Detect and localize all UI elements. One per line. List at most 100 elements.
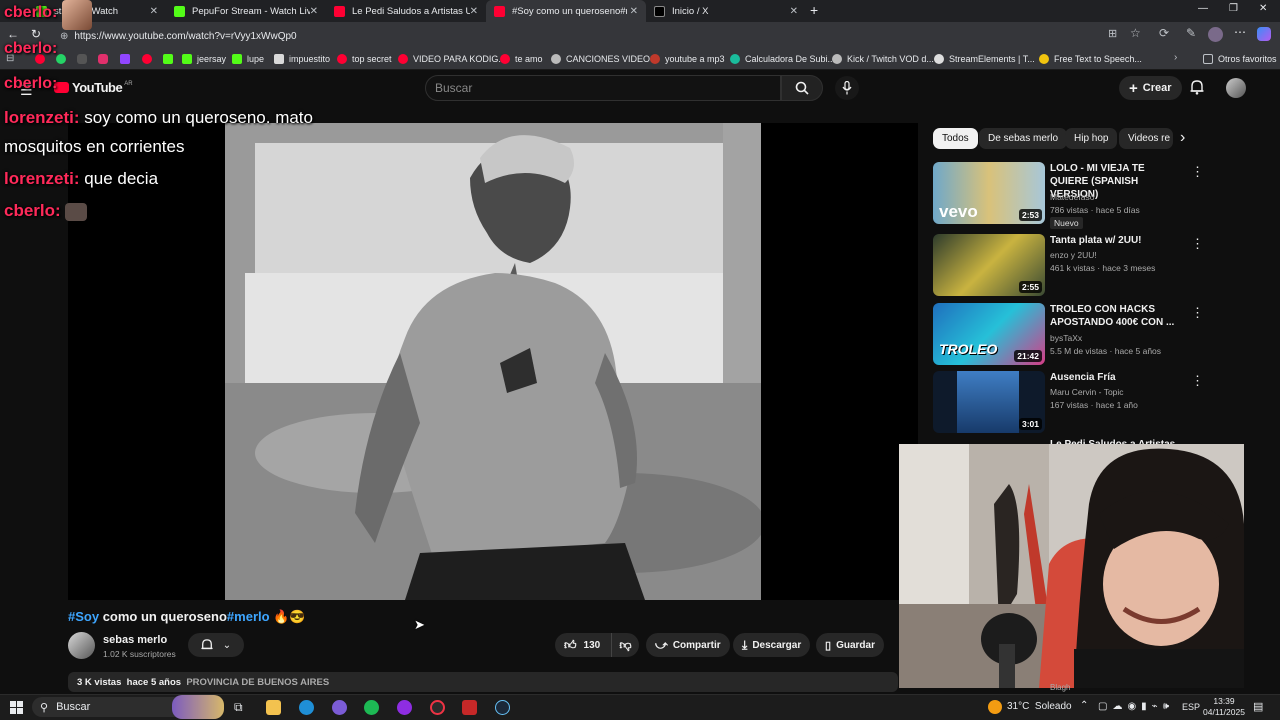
channel-name[interactable]: Maru Cervin - Topic xyxy=(1050,387,1124,397)
whatsapp-icon[interactable] xyxy=(56,54,66,64)
channel-name[interactable]: Matedefaso xyxy=(1050,192,1094,202)
steam-icon[interactable] xyxy=(495,700,510,715)
clock[interactable]: 13:39 04/11/2025 xyxy=(1203,696,1245,718)
bookmark-kick-twitch-vod[interactable]: Kick / Twitch VOD d... xyxy=(832,51,934,67)
channel-name[interactable]: bysTaXx xyxy=(1050,333,1082,343)
back-arrow-icon[interactable]: ← xyxy=(7,27,19,41)
close-icon[interactable]: ✕ xyxy=(310,6,318,17)
video-title[interactable]: Ausencia Fría xyxy=(1050,371,1180,384)
kick-icon[interactable] xyxy=(163,54,173,64)
edge-icon[interactable] xyxy=(299,700,314,715)
recommendation-item[interactable]: TROLEO 21:42 TROLEO CON HACKS APOSTANDO … xyxy=(933,303,1204,365)
bookmark-te-amo[interactable]: te amo xyxy=(500,51,543,67)
tab-le-pedi[interactable]: Le Pedi Saludos a Artistas Under ✕ xyxy=(326,0,486,22)
close-icon[interactable]: ✕ xyxy=(630,6,638,17)
recommendation-item[interactable]: vevo 2:53 LOLO - MI VIEJA TE QUIERE (SPA… xyxy=(933,162,1204,229)
chevron-right-icon[interactable]: › xyxy=(1174,52,1177,63)
spotify-icon[interactable] xyxy=(364,700,379,715)
close-icon[interactable]: ✕ xyxy=(470,6,478,17)
copilot-icon[interactable] xyxy=(1257,27,1271,41)
more-options-icon[interactable]: ⋮ xyxy=(1191,164,1204,180)
bookmark-canciones[interactable]: CANCIONES VIDEOS xyxy=(551,51,656,67)
avatar-bookmark-icon[interactable] xyxy=(77,54,87,64)
download-button[interactable]: ⤓ Descargar xyxy=(733,633,811,657)
profile-avatar[interactable] xyxy=(1208,27,1223,42)
search-input[interactable]: Buscar xyxy=(425,75,781,101)
voice-search-button[interactable] xyxy=(835,76,859,100)
video-thumbnail[interactable]: 3:01 xyxy=(933,371,1045,433)
video-frame[interactable] xyxy=(225,123,761,600)
save-button[interactable]: ▯ Guardar xyxy=(816,633,884,657)
bookmark-jeersay[interactable]: jeersay xyxy=(182,51,226,67)
video-thumbnail[interactable]: TROLEO 21:42 xyxy=(933,303,1045,365)
reload-icon[interactable]: ↻ xyxy=(31,27,41,41)
youtube-logo[interactable]: YouTube AR xyxy=(54,80,133,95)
more-options-icon[interactable]: ⋮ xyxy=(1191,305,1204,321)
user-avatar[interactable] xyxy=(1226,78,1246,98)
obs-icon[interactable] xyxy=(430,700,445,715)
voice-app-icon[interactable] xyxy=(462,700,477,715)
hashtag-link[interactable]: #Soy xyxy=(68,609,99,624)
bookmark-free-tts[interactable]: Free Text to Speech... xyxy=(1039,51,1142,67)
dislike-button[interactable]: 👎︎ xyxy=(611,633,639,657)
video-thumbnail[interactable]: 2:55 xyxy=(933,234,1045,296)
bookmark-youtube-mp3[interactable]: youtube a mp3 xyxy=(650,51,725,67)
youtube-icon[interactable] xyxy=(142,54,152,64)
task-view-icon[interactable]: ⧉ xyxy=(234,700,243,715)
recommendation-item[interactable]: 2:55 Tanta plata w/ 2UU! enzo y 2UU! 461… xyxy=(933,234,1204,296)
bookmark-impuestito[interactable]: impuestito xyxy=(274,51,330,67)
system-tray-icons[interactable]: ▢☁◉▮⌁🕪 xyxy=(1098,701,1174,712)
chip-de-sebas-merlo[interactable]: De sebas merlo xyxy=(979,128,1068,149)
chevron-up-icon[interactable]: ⌃ xyxy=(1080,700,1088,711)
chip-todos[interactable]: Todos xyxy=(933,128,978,149)
more-options-icon[interactable]: ⋮ xyxy=(1191,373,1204,389)
bookmark-other-favorites[interactable]: Otros favoritos xyxy=(1203,51,1277,67)
channel-name[interactable]: sebas merlo xyxy=(103,634,167,646)
weather-text[interactable]: 31°C Soleado xyxy=(1007,701,1072,712)
new-tab-button[interactable]: + xyxy=(810,2,818,18)
instagram-icon[interactable] xyxy=(98,54,108,64)
chevron-right-icon[interactable]: › xyxy=(1180,129,1185,147)
close-window-button[interactable]: ✕ xyxy=(1259,3,1267,14)
notification-center-icon[interactable]: ▤ xyxy=(1253,700,1263,713)
bookmark-lupe[interactable]: lupe xyxy=(232,51,264,67)
tab-x-home[interactable]: Inicio / X ✕ xyxy=(646,0,806,22)
search-button[interactable] xyxy=(781,75,823,101)
extensions-icon[interactable]: ⟳ xyxy=(1159,26,1169,40)
language-indicator[interactable]: ESP xyxy=(1182,702,1200,712)
chip-hip-hop[interactable]: Hip hop xyxy=(1065,128,1118,149)
messenger-icon[interactable] xyxy=(332,700,347,715)
create-button[interactable]: + Crear xyxy=(1119,76,1182,100)
video-thumbnail[interactable]: vevo 2:53 xyxy=(933,162,1045,224)
minimize-button[interactable]: — xyxy=(1198,3,1208,14)
url-field[interactable]: ⊕ https://www.youtube.com/watch?v=rVyy1x… xyxy=(56,27,1156,45)
bookmark-video-kodig[interactable]: VIDEO PARA KODIG... xyxy=(398,51,506,67)
maximize-button[interactable]: ❐ xyxy=(1229,3,1238,14)
close-icon[interactable]: ✕ xyxy=(150,6,158,17)
tab-pepufor[interactable]: PepuFor Stream - Watch Live ✕ xyxy=(166,0,326,22)
channel-name[interactable]: enzo y 2UU! xyxy=(1050,250,1097,260)
more-options-icon[interactable]: ⋮ xyxy=(1191,236,1204,252)
start-button[interactable] xyxy=(10,701,23,719)
recommendation-item[interactable]: 3:01 Ausencia Fría Maru Cervin - Topic 1… xyxy=(933,371,1204,433)
video-title[interactable]: TROLEO CON HACKS APOSTANDO 400€ CON ... xyxy=(1050,303,1180,329)
bookmark-streamelements[interactable]: StreamElements | T... xyxy=(934,51,1035,67)
notifications-button[interactable] xyxy=(1190,79,1204,100)
hashtag-link[interactable]: #merlo xyxy=(227,609,270,624)
tab-soy-queroseno[interactable]: #Soy como un queroseno#m ✕ xyxy=(486,0,646,22)
twitch-icon[interactable] xyxy=(120,54,130,64)
file-explorer-icon[interactable] xyxy=(266,700,281,715)
share-button[interactable]: ⤻ Compartir xyxy=(646,633,730,657)
subscription-bell-button[interactable]: ⌄ xyxy=(188,633,244,657)
chip-videos-relacionados[interactable]: Videos re xyxy=(1119,128,1173,149)
bookmark-calculadora[interactable]: Calculadora De Subi... xyxy=(730,51,835,67)
channel-avatar[interactable] xyxy=(68,632,95,659)
puzzle-icon[interactable]: ✎ xyxy=(1186,26,1196,40)
bookmark-top-secret[interactable]: top secret xyxy=(337,51,392,67)
like-button[interactable]: 👍︎ 130 xyxy=(555,633,611,657)
weather-icon[interactable] xyxy=(988,700,1002,714)
video-title[interactable]: Tanta plata w/ 2UU! xyxy=(1050,234,1180,247)
more-menu-icon[interactable]: ⋯ xyxy=(1234,25,1246,39)
close-icon[interactable]: ✕ xyxy=(790,6,798,17)
canva-icon[interactable] xyxy=(397,700,412,715)
